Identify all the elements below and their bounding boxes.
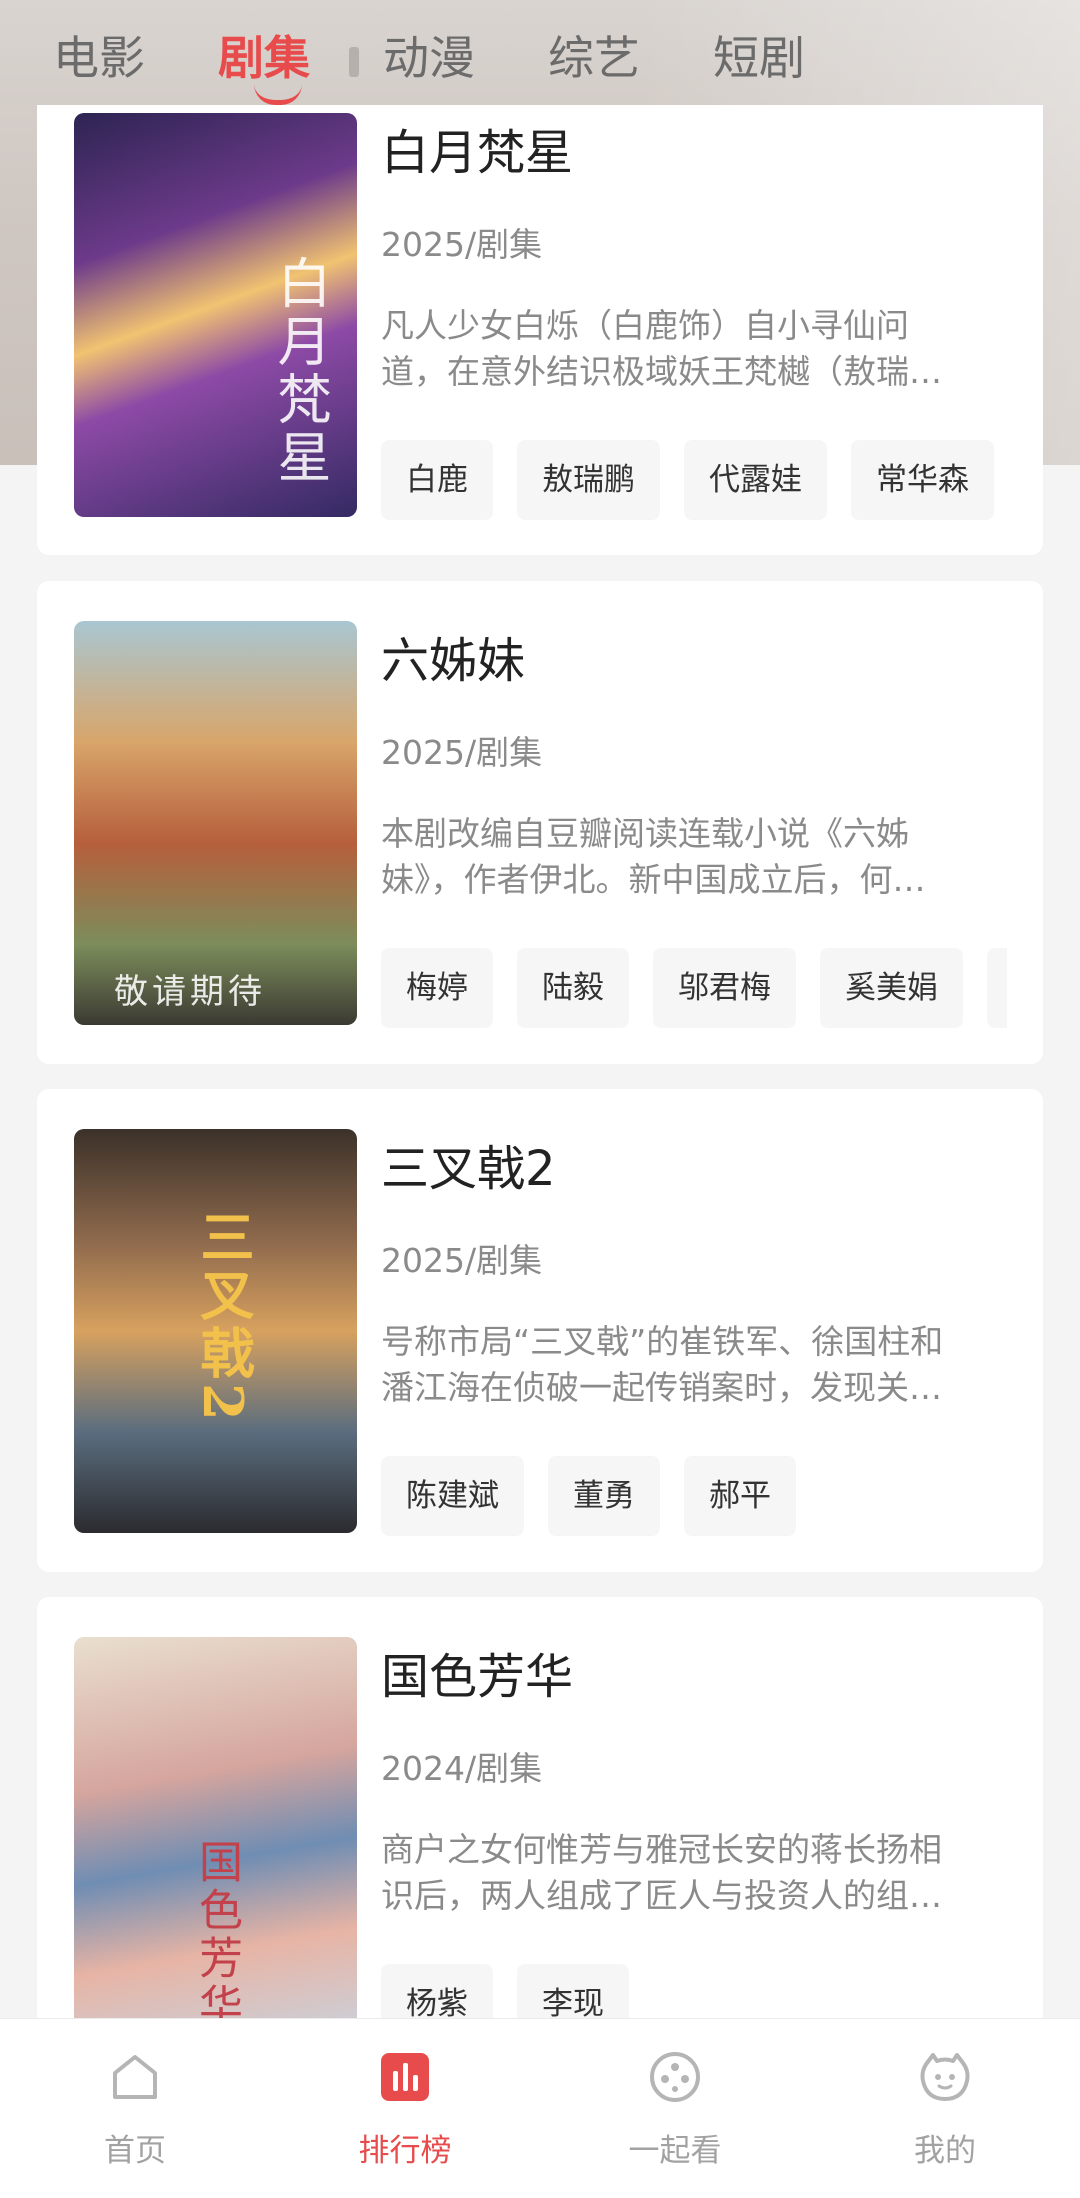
active-tab-indicator (254, 84, 302, 105)
nav-ranking[interactable]: 排行榜 (270, 2019, 540, 2198)
description-line: 妹》，作者伊北。新中国成立后，何… (381, 860, 926, 899)
cast-chips: 陈建斌 董勇 郝平 (381, 1456, 1007, 1536)
tab-series[interactable]: 剧集 (218, 25, 310, 105)
show-description: 凡人少女白烁（白鹿饰）自小寻仙问 道，在意外结识极域妖王梵樾（敖瑞… (381, 303, 1001, 395)
poster-image: 敬请期待 (74, 621, 357, 1025)
show-description: 本剧改编自豆瓣阅读连载小说《六姊 妹》，作者伊北。新中国成立后，何… (381, 811, 1001, 903)
show-card[interactable]: 三叉戟2 三叉戟2 2025/剧集 号称市局“三叉戟”的崔铁军、徐国柱和 潘江海… (37, 1089, 1043, 1572)
nav-watch-together-label: 一起看 (628, 2133, 722, 2169)
show-card[interactable]: 敬请期待 六姊妹 2025/剧集 本剧改编自豆瓣阅读连载小说《六姊 妹》，作者伊… (37, 581, 1043, 1064)
poster-image: 国色芳华 (74, 1637, 357, 2041)
category-tabs: 电影 剧集 动漫 综艺 短剧 (0, 0, 1080, 105)
description-line: 道，在意外结识极域妖王梵樾（敖瑞… (381, 352, 942, 391)
description-line: 凡人少女白烁（白鹿饰）自小寻仙问 (381, 306, 909, 345)
cast-chip[interactable]: 董勇 (548, 1456, 660, 1536)
cast-chip[interactable]: 奚美娟 (820, 948, 963, 1028)
cast-chip-overflow[interactable] (987, 948, 1007, 1028)
description-line: 商户之女何惟芳与雅冠长安的蒋长扬相 (381, 1830, 942, 1869)
ranking-icon (381, 2053, 429, 2101)
nav-ranking-label: 排行榜 (358, 2133, 452, 2169)
tab-anime[interactable]: 动漫 (349, 25, 475, 81)
show-title: 国色芳华 (381, 1649, 574, 1705)
nav-watch-together[interactable]: 一起看 (540, 2019, 810, 2198)
cast-chips: 白鹿 敖瑞鹏 代露娃 常华森 (381, 440, 1007, 520)
nav-profile[interactable]: 我的 (810, 2019, 1080, 2198)
description-line: 号称市局“三叉戟”的崔铁军、徐国柱和 (381, 1322, 944, 1361)
show-title: 六姊妹 (381, 633, 526, 689)
show-year-type: 2025/剧集 (381, 1241, 543, 1280)
bottom-navigation: 首页 排行榜 一起看 我的 (0, 2018, 1080, 2198)
cast-chip[interactable]: 陈建斌 (381, 1456, 524, 1536)
cast-chip[interactable]: 代露娃 (684, 440, 827, 520)
show-year-type: 2025/剧集 (381, 225, 543, 264)
show-description: 商户之女何惟芳与雅冠长安的蒋长扬相 识后，两人组成了匠人与投资人的组… (381, 1827, 1001, 1919)
poster-title-mark: 敬请期待 (114, 972, 266, 1012)
show-title: 三叉戟2 (381, 1141, 556, 1197)
poster-title-mark: 国色芳华 (191, 1839, 242, 2031)
cast-chip[interactable]: 敖瑞鹏 (517, 440, 660, 520)
tab-movies[interactable]: 电影 (53, 25, 145, 81)
cast-chip[interactable]: 白鹿 (381, 440, 493, 520)
description-line: 潘江海在侦破一起传销案时，发现关… (381, 1368, 942, 1407)
tab-short-drama[interactable]: 短剧 (713, 25, 805, 81)
show-title: 白月梵星 (381, 125, 574, 181)
poster-image: 白月梵星 (74, 113, 357, 517)
cast-chip[interactable]: 邬君梅 (653, 948, 796, 1028)
poster-image: 三叉戟2 (74, 1129, 357, 1533)
cast-chip[interactable]: 郝平 (684, 1456, 796, 1536)
poster-title-mark: 白月梵星 (268, 255, 331, 487)
film-reel-icon (650, 2052, 700, 2102)
home-icon (113, 2055, 157, 2099)
tab-variety[interactable]: 综艺 (548, 25, 640, 81)
description-line: 识后，两人组成了匠人与投资人的组… (381, 1876, 942, 1915)
profile-face-icon (920, 2053, 970, 2101)
nav-home-label: 首页 (104, 2133, 166, 2169)
nav-home[interactable]: 首页 (0, 2019, 270, 2198)
cast-chip[interactable]: 梅婷 (381, 948, 493, 1028)
poster-title-mark: 三叉戟2 (191, 1209, 255, 1425)
show-year-type: 2024/剧集 (381, 1749, 543, 1788)
show-year-type: 2025/剧集 (381, 733, 543, 772)
show-card[interactable]: 白月梵星 白月梵星 2025/剧集 凡人少女白烁（白鹿饰）自小寻仙问 道，在意外… (37, 105, 1043, 555)
nav-profile-label: 我的 (914, 2133, 976, 2169)
cast-chip[interactable]: 常华森 (851, 440, 994, 520)
cast-chips: 梅婷 陆毅 邬君梅 奚美娟 (381, 948, 1007, 1028)
show-description: 号称市局“三叉戟”的崔铁军、徐国柱和 潘江海在侦破一起传销案时，发现关… (381, 1319, 1001, 1411)
tab-series-label: 剧集 (218, 30, 310, 85)
description-line: 本剧改编自豆瓣阅读连载小说《六姊 (381, 814, 909, 853)
cast-chip[interactable]: 陆毅 (517, 948, 629, 1028)
show-card[interactable]: 国色芳华 国色芳华 2024/剧集 商户之女何惟芳与雅冠长安的蒋长扬相 识后，两… (37, 1597, 1043, 2080)
